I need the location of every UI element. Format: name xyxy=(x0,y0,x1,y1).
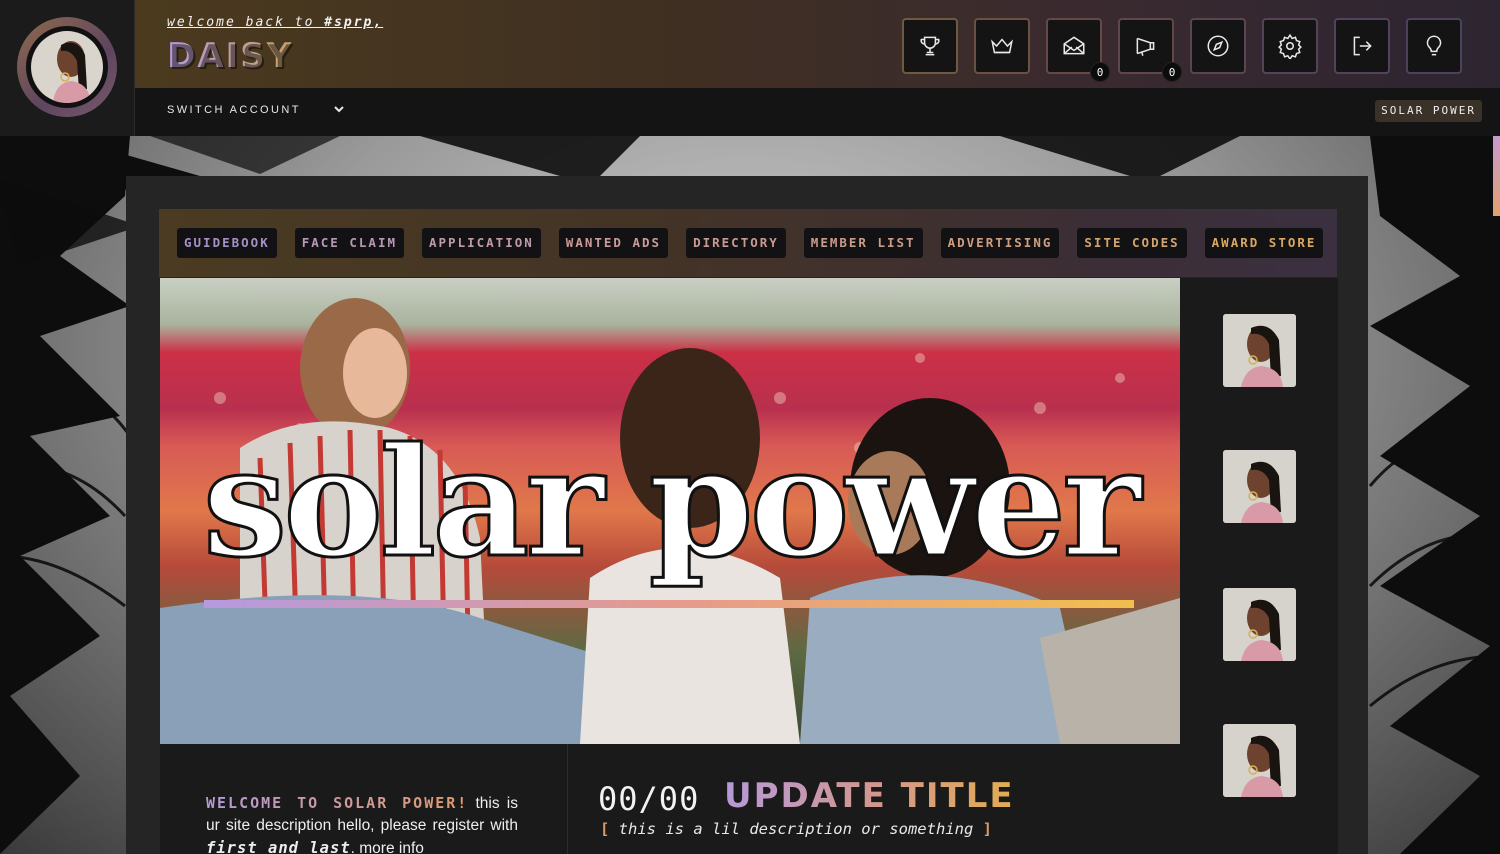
gear-icon xyxy=(1278,33,1302,59)
hero-banner: solar power xyxy=(160,278,1180,744)
logout-icon xyxy=(1353,36,1372,56)
trophy-icon xyxy=(920,36,940,56)
site-name-badge: SOLAR POWER xyxy=(1375,100,1482,122)
chevron-down-icon[interactable] xyxy=(332,102,346,116)
ideas-button[interactable] xyxy=(1406,18,1462,74)
settings-button[interactable] xyxy=(1262,18,1318,74)
messages-button[interactable]: 0 xyxy=(1046,18,1110,82)
logout-button[interactable] xyxy=(1334,18,1390,74)
welcome-text: welcome back to #sprp, xyxy=(167,15,384,30)
hero-title: solar power xyxy=(201,415,1142,591)
site-description: WELCOME TO SOLAR POWER! this is ur site … xyxy=(160,744,567,854)
crown-button[interactable] xyxy=(974,18,1030,74)
nav-face-claim[interactable]: FACE CLAIM xyxy=(294,228,404,258)
nav-guidebook[interactable]: GUIDEBOOK xyxy=(177,228,277,258)
mail-icon xyxy=(1063,36,1085,55)
explore-button[interactable] xyxy=(1190,18,1246,74)
lightbulb-icon xyxy=(1426,35,1442,56)
nav-advertising[interactable]: ADVERTISING xyxy=(940,228,1060,258)
avatar[interactable] xyxy=(17,17,117,117)
character-thumbnail[interactable] xyxy=(1223,314,1296,387)
site-nav: GUIDEBOOK FACE CLAIM APPLICATION WANTED … xyxy=(159,209,1337,277)
main-panel: GUIDEBOOK FACE CLAIM APPLICATION WANTED … xyxy=(126,176,1368,854)
character-thumbnail[interactable] xyxy=(1223,450,1296,523)
avatar-cell xyxy=(0,0,135,136)
nav-member-list[interactable]: MEMBER LIST xyxy=(803,228,923,258)
character-thumbnail[interactable] xyxy=(1223,588,1296,661)
username: DAISY xyxy=(167,36,294,76)
top-header: welcome back to #sprp, DAISY 0 0 xyxy=(135,0,1500,88)
alerts-button[interactable]: 0 xyxy=(1118,18,1182,82)
switch-account-select[interactable]: SWITCH ACCOUNT xyxy=(167,104,301,116)
alerts-count-badge: 0 xyxy=(1162,62,1182,82)
nav-wanted-ads[interactable]: WANTED ADS xyxy=(558,228,669,258)
update-date: 00/00 xyxy=(598,780,700,818)
account-bar: SWITCH ACCOUNT SOLAR POWER xyxy=(135,88,1500,136)
latest-update: 00/00 UPDATE TITLE [ this is a lil descr… xyxy=(567,744,1180,854)
description-emphasis: first and last xyxy=(206,839,351,854)
awards-button[interactable] xyxy=(902,18,958,74)
nav-site-codes[interactable]: SITE CODES xyxy=(1077,228,1187,258)
nav-award-store[interactable]: AWARD STORE xyxy=(1204,228,1324,258)
character-thumbnail[interactable] xyxy=(1223,724,1296,797)
character-sidebar xyxy=(1180,278,1338,854)
messages-count-badge: 0 xyxy=(1090,62,1110,82)
description-heading: WELCOME TO SOLAR POWER! xyxy=(206,794,469,812)
scrollbar-thumb[interactable] xyxy=(1493,136,1500,216)
description-text: WELCOME TO SOLAR POWER! this is ur site … xyxy=(206,792,518,854)
nav-application[interactable]: APPLICATION xyxy=(422,228,541,258)
update-description: [ this is a lil description or something… xyxy=(600,820,992,838)
crown-icon xyxy=(991,38,1013,54)
compass-icon xyxy=(1207,35,1229,57)
megaphone-icon xyxy=(1136,37,1155,56)
hero-gradient-rule xyxy=(204,600,1134,608)
nav-directory[interactable]: DIRECTORY xyxy=(686,228,786,258)
update-title: UPDATE TITLE xyxy=(724,776,1015,816)
header-icon-bar: 0 0 xyxy=(902,18,1462,82)
